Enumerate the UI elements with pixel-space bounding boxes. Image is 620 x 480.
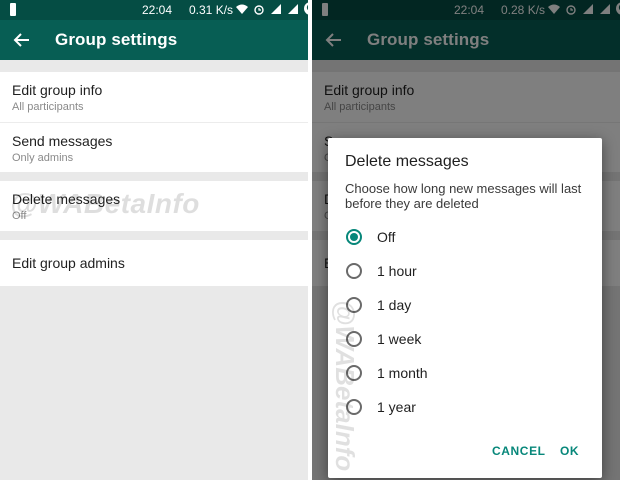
settings-group-info: Edit group info All participants Send me… <box>0 72 308 172</box>
option-label: 1 day <box>377 297 412 313</box>
delete-messages-dialog: Delete messages Choose how long new mess… <box>328 138 602 478</box>
sim-icon <box>10 3 16 16</box>
option-label: 1 hour <box>377 263 417 279</box>
alarm-icon <box>254 4 264 15</box>
option-off[interactable]: Off <box>345 222 585 252</box>
dialog-description: Choose how long new messages will last b… <box>345 181 582 211</box>
edit-group-info-item[interactable]: Edit group info All participants <box>0 72 308 122</box>
ok-button[interactable]: OK <box>560 444 579 458</box>
option-1-hour[interactable]: 1 hour <box>345 256 585 286</box>
status-bar: 22:04 0.31 K/s 62 <box>0 0 308 20</box>
item-label: Delete messages <box>12 191 121 207</box>
dialog-actions: CANCEL OK <box>328 444 602 464</box>
item-label: Edit group info <box>12 82 103 98</box>
settings-group-delete: Delete messages Off <box>0 181 308 231</box>
item-sub: All participants <box>12 101 84 113</box>
option-label: 1 year <box>377 399 416 415</box>
item-sub: Off <box>12 210 27 222</box>
dialog-title: Delete messages <box>345 153 469 170</box>
status-time: 22:04 <box>142 3 173 17</box>
delete-messages-item[interactable]: Delete messages Off <box>0 181 308 231</box>
option-label: 1 week <box>377 331 422 347</box>
signal-icon-2 <box>288 3 298 14</box>
network-speed: 0.31 K/s <box>189 3 234 17</box>
item-label: Edit group admins <box>12 255 125 271</box>
radio-button-icon[interactable] <box>346 297 362 313</box>
edit-group-admins-item[interactable]: Edit group admins <box>0 240 308 286</box>
send-messages-item[interactable]: Send messages Only admins <box>0 122 308 172</box>
back-arrow-icon[interactable] <box>12 30 32 50</box>
option-1-week[interactable]: 1 week <box>345 324 585 354</box>
wifi-icon <box>236 4 248 14</box>
app-bar: Group settings <box>0 20 308 60</box>
radio-button-icon[interactable] <box>346 399 362 415</box>
left-screen: 22:04 0.31 K/s 62 Group settings Edit gr… <box>0 0 308 480</box>
item-label: Send messages <box>12 133 113 149</box>
option-label: 1 month <box>377 365 428 381</box>
option-label: Off <box>377 229 396 245</box>
radio-button-icon[interactable] <box>346 365 362 381</box>
settings-group-admins: Edit group admins <box>0 240 308 286</box>
option-1-day[interactable]: 1 day <box>345 290 585 320</box>
radio-button-icon[interactable] <box>346 263 362 279</box>
item-sub: Only admins <box>12 152 74 164</box>
option-1-month[interactable]: 1 month <box>345 358 585 388</box>
signal-icon <box>271 3 281 14</box>
option-1-year[interactable]: 1 year <box>345 392 585 422</box>
page-title: Group settings <box>55 30 178 49</box>
cancel-button[interactable]: CANCEL <box>492 444 546 458</box>
status-icons: 62 <box>236 2 308 15</box>
radio-button-icon[interactable] <box>346 229 362 245</box>
radio-button-icon[interactable] <box>346 331 362 347</box>
